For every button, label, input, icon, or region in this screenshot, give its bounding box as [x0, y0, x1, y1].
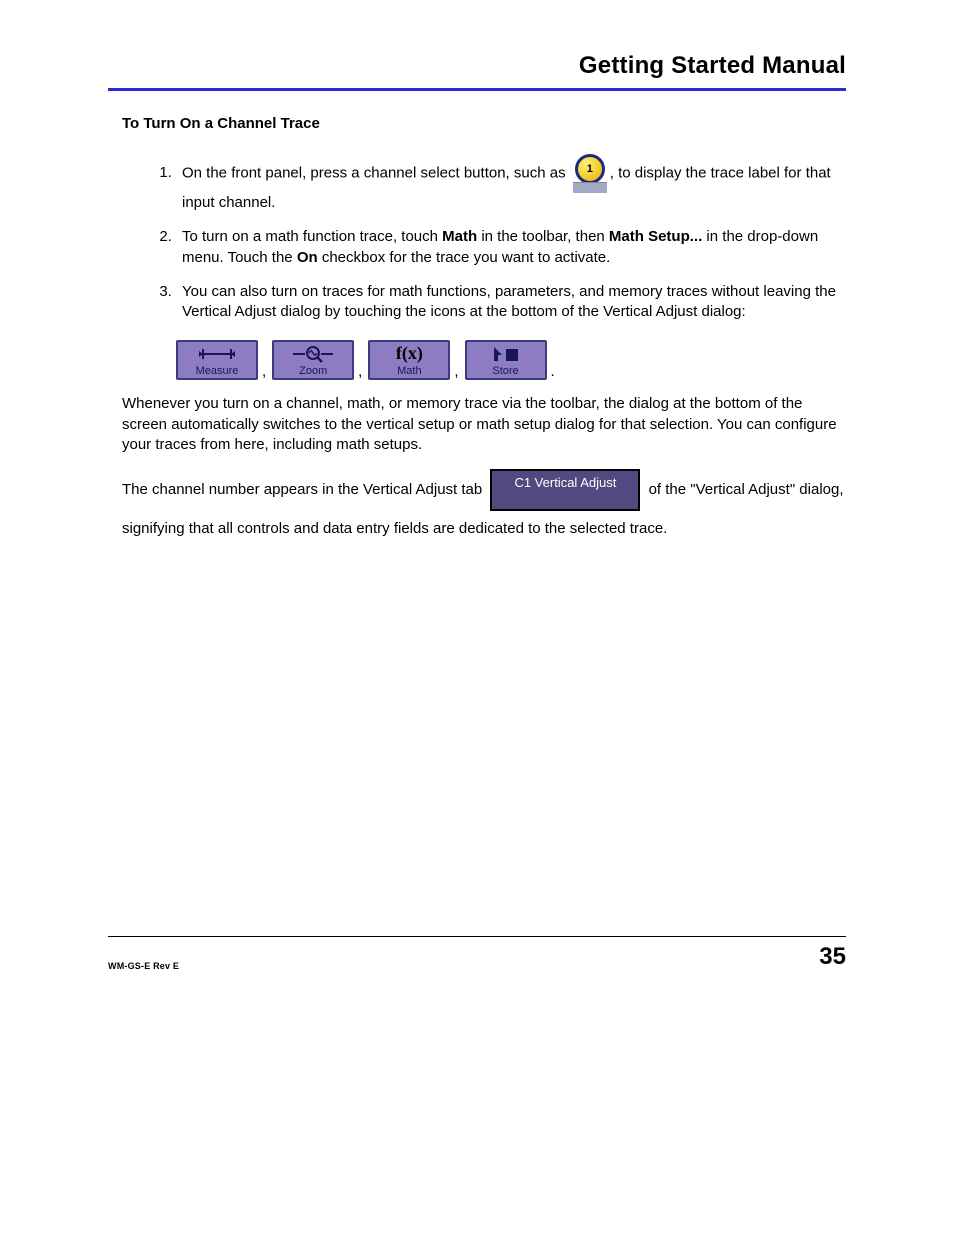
step-1: On the front panel, press a channel sele… — [176, 154, 846, 213]
page-header-title: Getting Started Manual — [108, 52, 846, 80]
para2-a: The channel number appears in the Vertic… — [122, 481, 486, 498]
zoom-icon — [291, 342, 335, 365]
section-title: To Turn On a Channel Trace — [122, 115, 846, 132]
channel-select-button-img: 1 — [572, 154, 608, 193]
channel-digit: 1 — [575, 154, 605, 184]
measure-button-img: Measure — [176, 340, 258, 380]
measure-label: Measure — [196, 365, 239, 377]
store-label: Store — [492, 365, 518, 377]
store-button-img: Store — [465, 340, 547, 380]
measure-icon — [197, 342, 237, 365]
step-2-text-d: checkbox for the trace you want to activ… — [318, 249, 611, 266]
step-2-text-b: in the toolbar, then — [477, 228, 609, 245]
paragraph-vertical-adjust: The channel number appears in the Vertic… — [122, 469, 846, 547]
comma: , — [260, 363, 270, 380]
footer-rule — [108, 936, 846, 937]
math-button-label: Math — [397, 365, 421, 377]
on-label: On — [297, 249, 318, 266]
math-button-img: f(x) Math — [368, 340, 450, 380]
zoom-label: Zoom — [299, 365, 327, 377]
step-1-text-a: On the front panel, press a channel sele… — [182, 164, 570, 181]
math-fx-text: f(x) — [396, 343, 423, 364]
step-3-text: You can also turn on traces for math fun… — [182, 283, 836, 320]
comma: , — [356, 363, 366, 380]
math-fx-icon: f(x) — [396, 342, 423, 365]
math-setup-label: Math Setup... — [609, 228, 702, 245]
store-icon — [492, 342, 520, 365]
vertical-adjust-tab-img: C1 Vertical Adjust — [490, 469, 640, 511]
button-base-icon — [573, 182, 607, 193]
step-2: To turn on a math function trace, touch … — [176, 227, 846, 268]
page-number: 35 — [819, 943, 846, 971]
icon-button-row: Measure , Zoom , f(x) — [176, 340, 846, 380]
doc-revision: WM-GS-E Rev E — [108, 961, 179, 971]
step-2-text-a: To turn on a math function trace, touch — [182, 228, 442, 245]
paragraph-dialog-switch: Whenever you turn on a channel, math, or… — [122, 394, 846, 455]
step-3: You can also turn on traces for math fun… — [176, 282, 846, 323]
math-label: Math — [442, 228, 477, 245]
period: . — [549, 363, 559, 380]
zoom-button-img: Zoom — [272, 340, 354, 380]
comma: , — [452, 363, 462, 380]
